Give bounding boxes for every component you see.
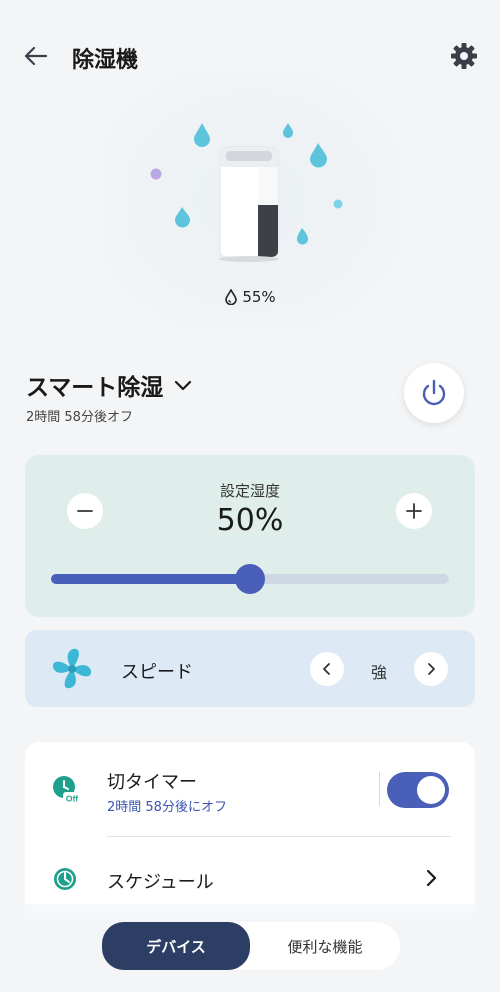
power-icon [422,379,446,406]
off-timer-subtitle: 2時間 58分後にオフ [107,800,227,815]
speed-decrease-button[interactable] [310,652,344,686]
tab-device[interactable]: デバイス [102,922,250,970]
bottom-tab-bar: デバイス 便利な機能 [0,904,500,992]
humidity-value: 55% [242,288,276,306]
humidity-setting-card: 設定湿度 50% [25,455,475,617]
drop-icon [310,143,327,168]
segmented-control: デバイス 便利な機能 [102,922,400,970]
chevron-right-icon [428,663,435,675]
schedule-icon [54,868,76,890]
toggle-knob [417,776,445,804]
svg-text:Off: Off [66,794,78,804]
gear-icon [451,43,477,69]
off-timer-toggle[interactable] [387,772,449,808]
decrease-button[interactable] [67,493,103,529]
arrow-left-icon [24,46,48,66]
page-title: 除湿機 [72,48,139,73]
chevron-left-icon [323,663,330,675]
slider-thumb[interactable] [235,564,265,594]
speed-label: スピード [121,662,193,683]
chevron-right-icon[interactable] [421,867,441,889]
increase-button[interactable] [396,493,432,529]
minus-icon [77,510,93,512]
mode-subtitle: 2時間 58分後オフ [26,410,133,425]
schedule-title[interactable]: スケジュール [107,868,214,894]
drop-icon [297,228,308,245]
divider [379,772,380,806]
power-button[interactable] [404,363,464,423]
humidity-slider[interactable] [51,564,449,594]
speed-card: スピード 強 [25,630,475,707]
tab-features[interactable]: 便利な機能 [252,924,398,968]
mode-name[interactable]: スマート除湿 [26,368,163,402]
plus-icon [406,503,422,519]
off-timer-title: 切タイマー [107,772,197,793]
current-humidity: 55% [0,288,500,306]
dehumidifier-illustration [150,123,343,262]
slider-fill [51,574,250,584]
divider [107,836,451,837]
chevron-down-icon[interactable] [174,379,192,391]
speed-increase-button[interactable] [414,652,448,686]
back-button[interactable] [20,40,52,72]
drop-icon [175,207,190,228]
settings-button[interactable] [448,40,480,72]
drop-icon [194,123,210,147]
water-drop-icon [225,288,238,306]
speed-value: 強 [370,663,387,682]
drop-icon [283,123,293,138]
mode-selector[interactable]: スマート除湿 2時間 58分後オフ [26,368,192,425]
off-timer-icon: Off [53,776,81,804]
fan-icon [52,648,92,689]
